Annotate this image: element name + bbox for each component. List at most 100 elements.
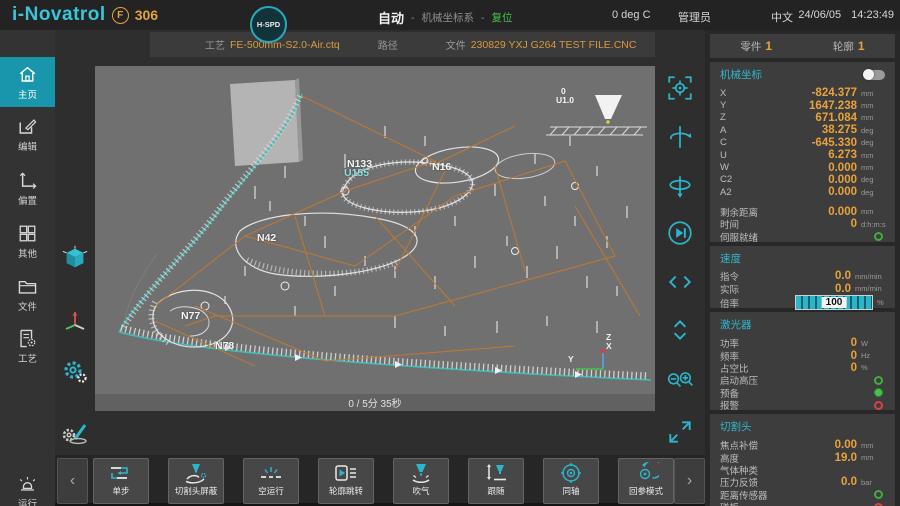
part-value: 1 — [765, 39, 772, 53]
laser-power-row: 功率0W — [710, 337, 895, 349]
rotate-vertical-button[interactable] — [663, 169, 697, 203]
toolbar-next-button[interactable]: › — [674, 458, 705, 504]
zoom-button[interactable] — [663, 363, 697, 397]
temperature-readout: 0 deg C — [612, 9, 651, 21]
pan-horizontal-button[interactable] — [663, 265, 697, 299]
head-shield-button[interactable]: 切割头屏蔽 — [168, 458, 224, 504]
view-3d-cube-button[interactable] — [60, 243, 90, 273]
single-step-icon — [108, 462, 134, 484]
dry-run-button[interactable]: 空运行 — [243, 458, 299, 504]
machine-coords-toggle[interactable] — [864, 70, 885, 80]
laser-frequency-row: 频率0Hz — [710, 349, 895, 361]
user-role[interactable]: 管理员 — [678, 9, 711, 25]
contour-jump-icon — [333, 462, 359, 484]
dry-run-icon — [258, 462, 284, 484]
progress-text: 0 / 5分 35秒 — [348, 395, 401, 410]
button-label: 空运行 — [258, 485, 284, 497]
toolpath-viewport[interactable]: N133 U155 N16 N42 N77 N78 0 U1.0 Z X Y — [95, 66, 655, 394]
plate-collision-led — [874, 503, 883, 506]
sidebar-item-process[interactable]: 工艺 — [0, 323, 55, 369]
coord-row-c2: C20.000deg — [710, 174, 895, 186]
contour-counter: 轮廓1 — [803, 39, 896, 54]
reference-mode-button[interactable]: 回参模式 — [618, 458, 674, 504]
offset-axis-icon — [17, 170, 38, 191]
axis-label-x: X — [606, 341, 612, 351]
distance-sensor-row: 距离传感器 — [710, 489, 895, 501]
mode-label: 自动 — [378, 8, 404, 27]
sidebar-item-edit[interactable]: 编辑 — [0, 111, 55, 157]
skip-to-point-button[interactable] — [663, 216, 697, 250]
override-slider[interactable]: 100 — [795, 295, 873, 310]
sidebar-item-offset[interactable]: 偏置 — [0, 165, 55, 211]
cnc-file-value: 230829 YXJ G264 TEST FILE.CNC — [471, 39, 637, 51]
speed-title: 速度 — [720, 251, 741, 266]
path-label: 路径 — [378, 37, 398, 52]
head-calibration-button[interactable] — [60, 417, 90, 447]
follow-icon — [483, 462, 509, 484]
sidebar-item-label: 其他 — [18, 246, 37, 260]
pan-vertical-button[interactable] — [663, 313, 697, 347]
gear-pen-icon — [61, 418, 89, 446]
view-settings-button[interactable] — [60, 357, 90, 387]
prev-arrow-icon: ‹ — [70, 472, 75, 490]
app: i-Novatrol F 306 自动 - 机械坐标系 - 复位 0 deg C… — [0, 0, 900, 506]
machine-coords-title: 机械坐标 — [720, 67, 762, 82]
servo-ready-row: 伺服就绪 — [710, 230, 895, 242]
process-file-value: FE-500mm-S2.0-Air.ctq — [230, 39, 340, 51]
axis-label-y: Y — [568, 354, 574, 364]
fullscreen-button[interactable] — [663, 415, 697, 449]
focus-offset-row: 焦点补偿0.00mm — [710, 439, 895, 451]
blow-gas-button[interactable]: 吹气 — [393, 458, 449, 504]
zoom-in-out-icon — [666, 366, 694, 394]
bottom-toolbar: ‹ 单步 切割头屏蔽 — [55, 455, 705, 506]
coord-row-a: A38.275deg — [710, 124, 895, 136]
brand: i-Novatrol F 306 — [12, 4, 158, 26]
distance-sensor-led — [874, 490, 883, 499]
blow-gas-icon — [408, 462, 434, 484]
coord-row-y: Y1647.238mm — [710, 99, 895, 111]
coord-row-x: X-824.377mm — [710, 87, 895, 99]
servo-ready-led — [874, 232, 883, 241]
ready-led — [874, 388, 883, 397]
time-row: 时间0d:h:m:s — [710, 218, 895, 230]
file-info-bar: 工艺 FE-500mm-S2.0-Air.ctq 路径 文件 230829 YX… — [150, 32, 655, 57]
fullscreen-icon — [666, 418, 694, 446]
file-label: 文件 — [446, 37, 466, 52]
sidebar-item-files[interactable]: 文件 — [0, 271, 55, 317]
edit-icon — [17, 116, 38, 137]
separator: - — [481, 12, 485, 24]
skip-play-icon — [666, 219, 694, 247]
fit-view-button[interactable] — [663, 71, 697, 105]
contour-jump-button[interactable]: 轮廓跳转 — [318, 458, 374, 504]
button-label: 单步 — [112, 485, 129, 497]
toggle-knob — [863, 69, 874, 80]
coord-row-c: C-645.330deg — [710, 137, 895, 149]
override-value: 100 — [822, 297, 847, 308]
sidebar-item-home[interactable]: 主页 — [0, 57, 55, 107]
document-gear-icon — [17, 328, 38, 349]
rotate-horizontal-button[interactable] — [663, 120, 697, 154]
next-arrow-icon: › — [687, 472, 692, 490]
follow-button[interactable]: 跟随 — [468, 458, 524, 504]
top-bar: i-Novatrol F 306 自动 - 机械坐标系 - 复位 0 deg C… — [0, 0, 900, 30]
sidebar-item-label: 主页 — [18, 87, 37, 101]
speed-card: 速度 指令0.0mm/min 实际0.0mm/min 倍率 100 % — [710, 246, 895, 308]
sidebar-item-run[interactable]: 运行 — [0, 468, 55, 506]
laser-duty-row: 占空比0% — [710, 362, 895, 374]
view-axes-button[interactable] — [60, 305, 90, 335]
button-label: 同轴 — [562, 485, 579, 497]
language-switcher[interactable]: 中文 — [771, 9, 793, 25]
pressure-row: 压力反馈0.0bar — [710, 476, 895, 488]
toolbar-prev-button[interactable]: ‹ — [57, 458, 88, 504]
part-contour-header: 零件1 轮廓1 — [710, 34, 895, 58]
single-step-button[interactable]: 单步 — [93, 458, 149, 504]
separator: - — [411, 12, 415, 24]
sidebar-item-other[interactable]: 其他 — [0, 218, 55, 264]
laser-alarm-row: 报警 — [710, 399, 895, 411]
status-panel: 零件1 轮廓1 机械坐标 X-824.377mm Y1647.238mm Z67… — [705, 30, 900, 506]
laser-ready-row: 预备 — [710, 387, 895, 399]
machine-coords-card: 机械坐标 X-824.377mm Y1647.238mm Z671.084mm … — [710, 62, 895, 242]
coaxial-button[interactable]: 同轴 — [543, 458, 599, 504]
beacon-icon — [17, 473, 38, 494]
path-label-u155: U155 — [344, 167, 369, 179]
